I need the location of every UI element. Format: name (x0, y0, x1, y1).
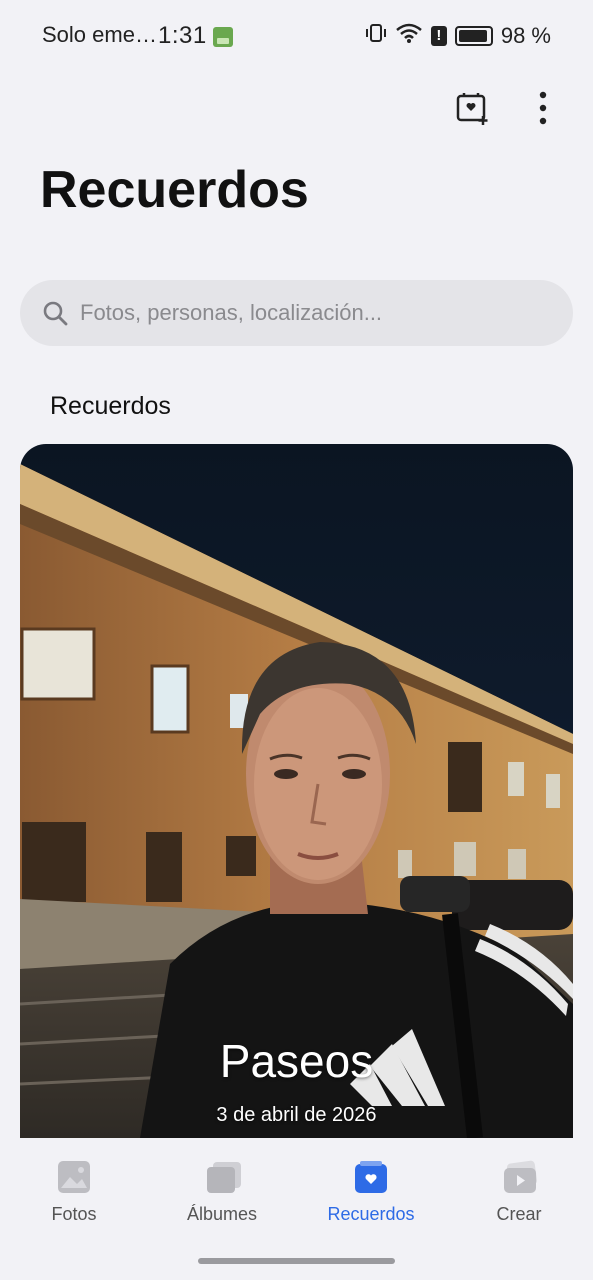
nav-label-albums: Álbumes (186, 1204, 258, 1224)
status-bar: Solo eme… 1:31 ! 98 % (0, 0, 593, 72)
more-options-button[interactable] (523, 88, 563, 128)
battery-icon (454, 26, 493, 46)
memory-card[interactable]: Paseos 3 de abril de 2026 (20, 444, 573, 1138)
nav-label-photos: Fotos (51, 1204, 97, 1224)
carrier-label: Solo eme… (42, 22, 157, 47)
search-bar[interactable] (20, 280, 573, 346)
vibrate-icon (365, 22, 387, 50)
battery-level: 98 % (500, 23, 551, 48)
alert-icon: ! (430, 26, 447, 46)
nav-item-albums[interactable]: Álbumes (162, 1160, 282, 1225)
albums-icon (205, 1160, 241, 1194)
memory-date: 3 de abril de 2026 (216, 1104, 377, 1126)
wifi-icon (395, 22, 423, 50)
nav-item-create[interactable]: Crear (459, 1160, 579, 1225)
nav-item-memories[interactable]: Recuerdos (311, 1160, 431, 1225)
photos-icon (57, 1160, 91, 1194)
more-vert-icon (539, 91, 547, 125)
search-input[interactable] (78, 299, 542, 327)
clock: 1:31 (158, 22, 207, 49)
add-memory-button[interactable] (453, 88, 493, 128)
nav-label-create: Crear (496, 1204, 542, 1224)
page-title: Recuerdos (40, 161, 309, 219)
nav-item-photos[interactable]: Fotos (14, 1160, 134, 1225)
gallery-notification-icon (213, 27, 233, 47)
status-icons: ! 98 % (365, 22, 551, 50)
home-indicator[interactable] (198, 1258, 395, 1264)
memory-title: Paseos (219, 1035, 374, 1087)
create-icon (502, 1160, 538, 1194)
add-memory-icon (456, 93, 488, 125)
nav-label-memories: Recuerdos (327, 1204, 415, 1224)
header-actions (453, 88, 563, 128)
memories-icon (354, 1160, 388, 1194)
section-title: Recuerdos (50, 392, 171, 420)
search-icon (43, 301, 68, 326)
